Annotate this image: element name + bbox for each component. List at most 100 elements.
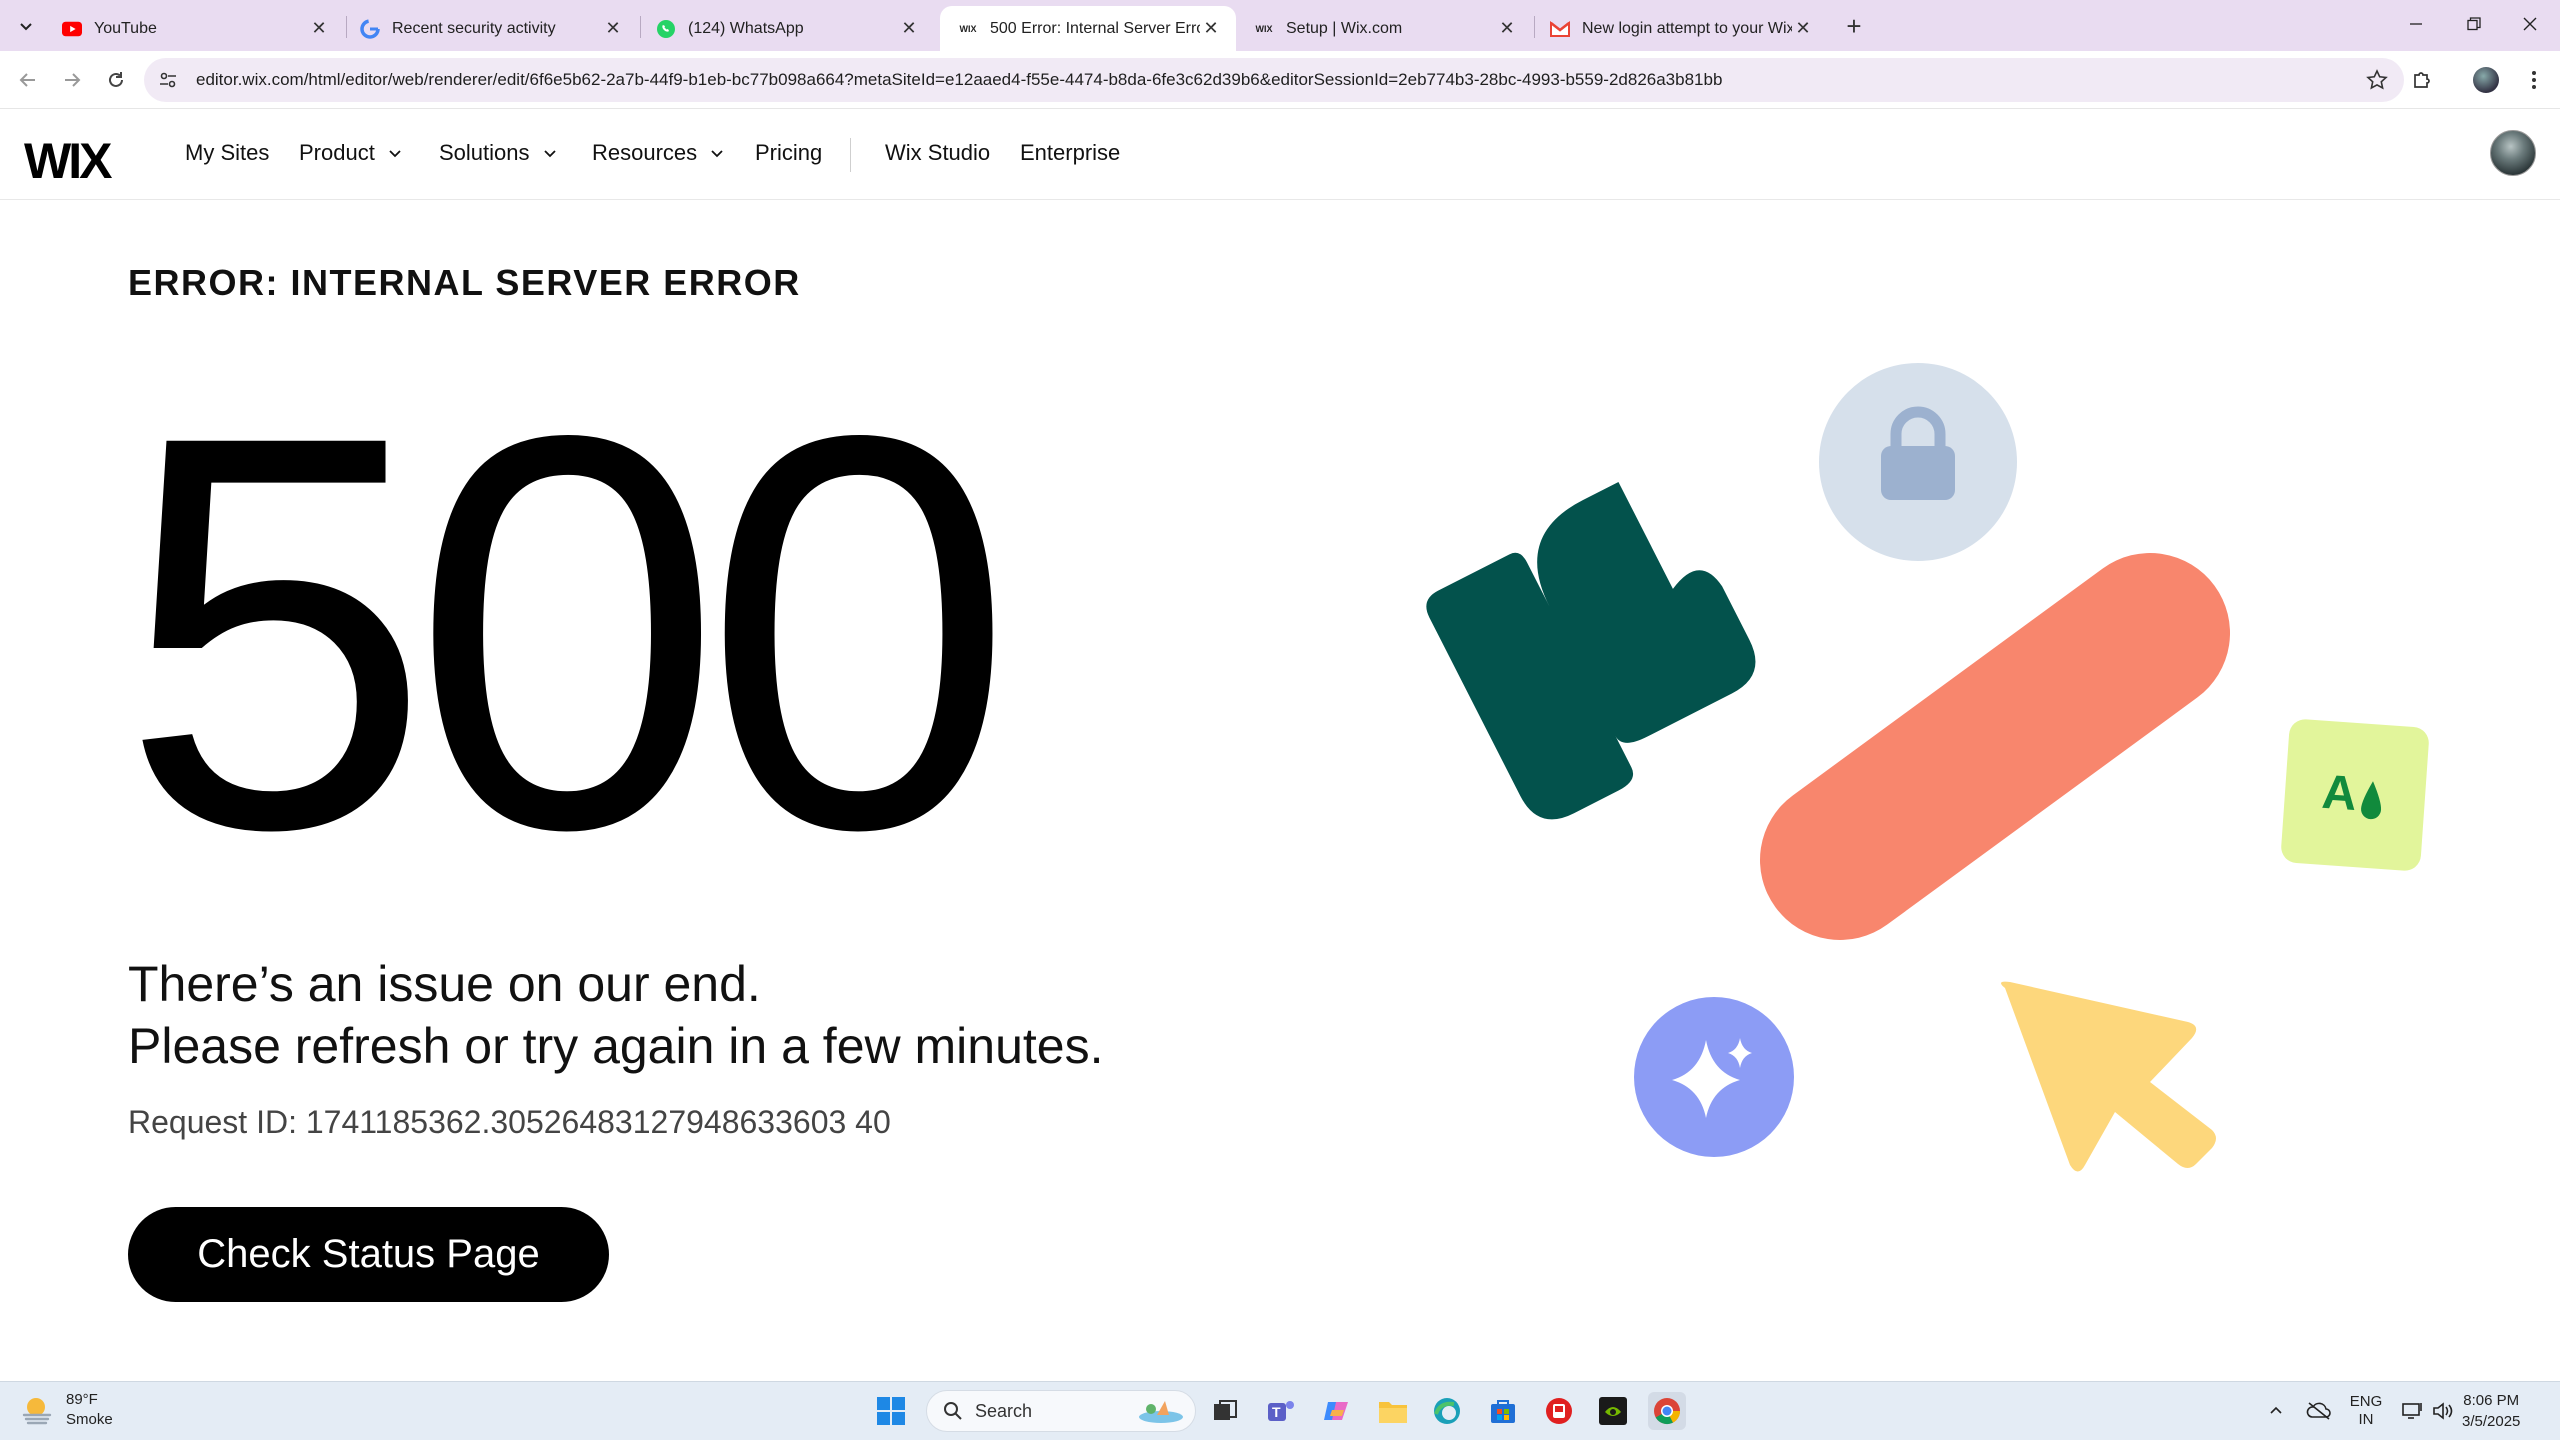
- search-icon: [944, 1402, 962, 1420]
- nav-label: My Sites: [185, 140, 270, 165]
- copilot-button[interactable]: [1318, 1392, 1356, 1430]
- nav-product[interactable]: Product: [299, 140, 403, 166]
- language-region: IN: [2358, 1411, 2374, 1428]
- file-explorer-button[interactable]: [1374, 1392, 1412, 1430]
- teams-icon: T: [1268, 1401, 1294, 1421]
- copilot-icon: [1324, 1402, 1348, 1420]
- green-shape-illustration: [1426, 481, 1756, 820]
- close-icon: [2523, 17, 2537, 31]
- profile-button[interactable]: [2470, 64, 2502, 96]
- nav-solutions[interactable]: Solutions: [439, 140, 558, 166]
- nav-my-sites[interactable]: My Sites: [185, 140, 269, 166]
- edge-button[interactable]: [1428, 1392, 1466, 1430]
- chrome-menu-button[interactable]: [2518, 64, 2550, 96]
- taskbar-search[interactable]: Search: [926, 1390, 1196, 1432]
- nvidia-button[interactable]: [1594, 1392, 1632, 1430]
- nav-label: Product: [299, 140, 375, 165]
- start-button[interactable]: [872, 1392, 910, 1430]
- wix-logo[interactable]: WIX: [24, 132, 112, 190]
- close-icon[interactable]: ✕: [1792, 18, 1814, 40]
- tab-whatsapp[interactable]: (124) WhatsApp ✕: [638, 6, 934, 51]
- reload-icon: [109, 72, 123, 87]
- restore-icon: [2467, 17, 2481, 31]
- search-highlight-icon: [1139, 1401, 1183, 1423]
- reload-button[interactable]: [100, 64, 132, 96]
- close-icon[interactable]: ✕: [602, 18, 624, 40]
- store-button[interactable]: [1484, 1392, 1522, 1430]
- windows-icon: [877, 1397, 905, 1425]
- cursor-arrow-illustration: [2001, 981, 2216, 1172]
- cloud-off-icon: [2306, 1402, 2331, 1420]
- gmail-icon: [1550, 19, 1570, 39]
- nav-enterprise[interactable]: Enterprise: [1020, 140, 1120, 166]
- tab-youtube[interactable]: YouTube ✕: [44, 6, 344, 51]
- user-avatar[interactable]: [2490, 130, 2536, 176]
- url-text[interactable]: editor.wix.com/html/editor/web/renderer/…: [196, 70, 1722, 90]
- error-heading: ERROR: INTERNAL SERVER ERROR: [128, 262, 801, 303]
- minimize-button[interactable]: [2396, 6, 2436, 42]
- avatar: [2473, 67, 2499, 93]
- ink-drop-badge-illustration: A: [2281, 719, 2429, 871]
- tab-title: Recent security activity: [392, 19, 556, 37]
- volume-button[interactable]: [2428, 1392, 2458, 1430]
- site-info-icon[interactable]: [156, 68, 180, 92]
- app-red-button[interactable]: [1540, 1392, 1578, 1430]
- svg-text:T: T: [1272, 1404, 1281, 1420]
- nav-pricing[interactable]: Pricing: [755, 140, 822, 166]
- nav-label: Pricing: [755, 140, 823, 165]
- extensions-button[interactable]: [2406, 64, 2438, 96]
- nav-wix-studio[interactable]: Wix Studio: [885, 140, 990, 166]
- chevron-down-icon: [20, 23, 32, 31]
- request-id: Request ID: 1741185362.30526483127948633…: [128, 1104, 891, 1140]
- weather-temp: 89°F: [66, 1391, 98, 1408]
- back-button[interactable]: [12, 64, 44, 96]
- weather-widget[interactable]: 89°F Smoke: [20, 1390, 113, 1430]
- error-code: 500: [120, 319, 1014, 945]
- tab-title: YouTube: [94, 19, 157, 37]
- weather-haze-icon: [22, 1398, 52, 1425]
- clock-time: 8:06 PM: [2463, 1392, 2520, 1409]
- tab-search-button[interactable]: [12, 12, 40, 40]
- folder-icon: [1379, 1402, 1407, 1423]
- close-icon[interactable]: ✕: [1496, 18, 1518, 40]
- search-label: Search: [975, 1400, 1033, 1421]
- chevron-up-icon: [2270, 1406, 2282, 1414]
- chrome-button[interactable]: [1648, 1392, 1686, 1430]
- check-status-page-button[interactable]: Check Status Page: [128, 1207, 609, 1302]
- tab-title: 500 Error: Internal Server Error: [990, 19, 1200, 37]
- tab-gmail-login[interactable]: New login attempt to your Wix ✕: [1532, 6, 1828, 51]
- lock-badge-illustration: [1819, 363, 2017, 561]
- new-tab-button[interactable]: +: [1840, 11, 1868, 41]
- bookmark-star-icon[interactable]: [2364, 67, 2390, 93]
- language-code: ENG: [2349, 1393, 2383, 1410]
- close-icon[interactable]: ✕: [308, 18, 330, 40]
- coral-pill-illustration: [1760, 553, 2230, 940]
- speaker-icon: [2433, 1402, 2453, 1420]
- nav-label: Resources: [592, 140, 698, 165]
- nav-label: Enterprise: [1020, 140, 1121, 165]
- close-window-button[interactable]: [2510, 6, 2550, 42]
- wix-icon: WIX: [1255, 23, 1273, 34]
- network-icon: [2402, 1403, 2422, 1419]
- address-bar[interactable]: editor.wix.com/html/editor/web/renderer/…: [144, 58, 2404, 102]
- language-indicator[interactable]: ENG IN: [2346, 1392, 2386, 1430]
- tab-500-error[interactable]: WIX 500 Error: Internal Server Error ✕: [940, 6, 1236, 51]
- close-icon[interactable]: ✕: [898, 18, 920, 40]
- teams-button[interactable]: T: [1262, 1392, 1300, 1430]
- windows-taskbar: 89°F Smoke Search T ENG IN 8:06 PM 3/5/2…: [0, 1381, 2560, 1440]
- tab-setup-wix[interactable]: WIX Setup | Wix.com ✕: [1236, 6, 1532, 51]
- network-button[interactable]: [2396, 1392, 2430, 1430]
- nav-label: Wix Studio: [885, 140, 991, 165]
- tray-overflow-button[interactable]: [2262, 1392, 2290, 1430]
- tab-security-activity[interactable]: Recent security activity ✕: [342, 6, 638, 51]
- forward-button[interactable]: [56, 64, 88, 96]
- chevron-down-icon: [709, 145, 725, 161]
- restore-button[interactable]: [2454, 6, 2494, 42]
- close-icon[interactable]: ✕: [1200, 18, 1222, 40]
- nav-resources[interactable]: Resources: [592, 140, 725, 166]
- task-view-button[interactable]: [1206, 1392, 1244, 1430]
- error-message-line1: There’s an issue on our end.: [128, 956, 761, 1012]
- onedrive-status-button[interactable]: [2302, 1392, 2336, 1430]
- taskbar-clock[interactable]: 8:06 PM 3/5/2025: [2462, 1390, 2520, 1432]
- whatsapp-icon: [656, 19, 676, 39]
